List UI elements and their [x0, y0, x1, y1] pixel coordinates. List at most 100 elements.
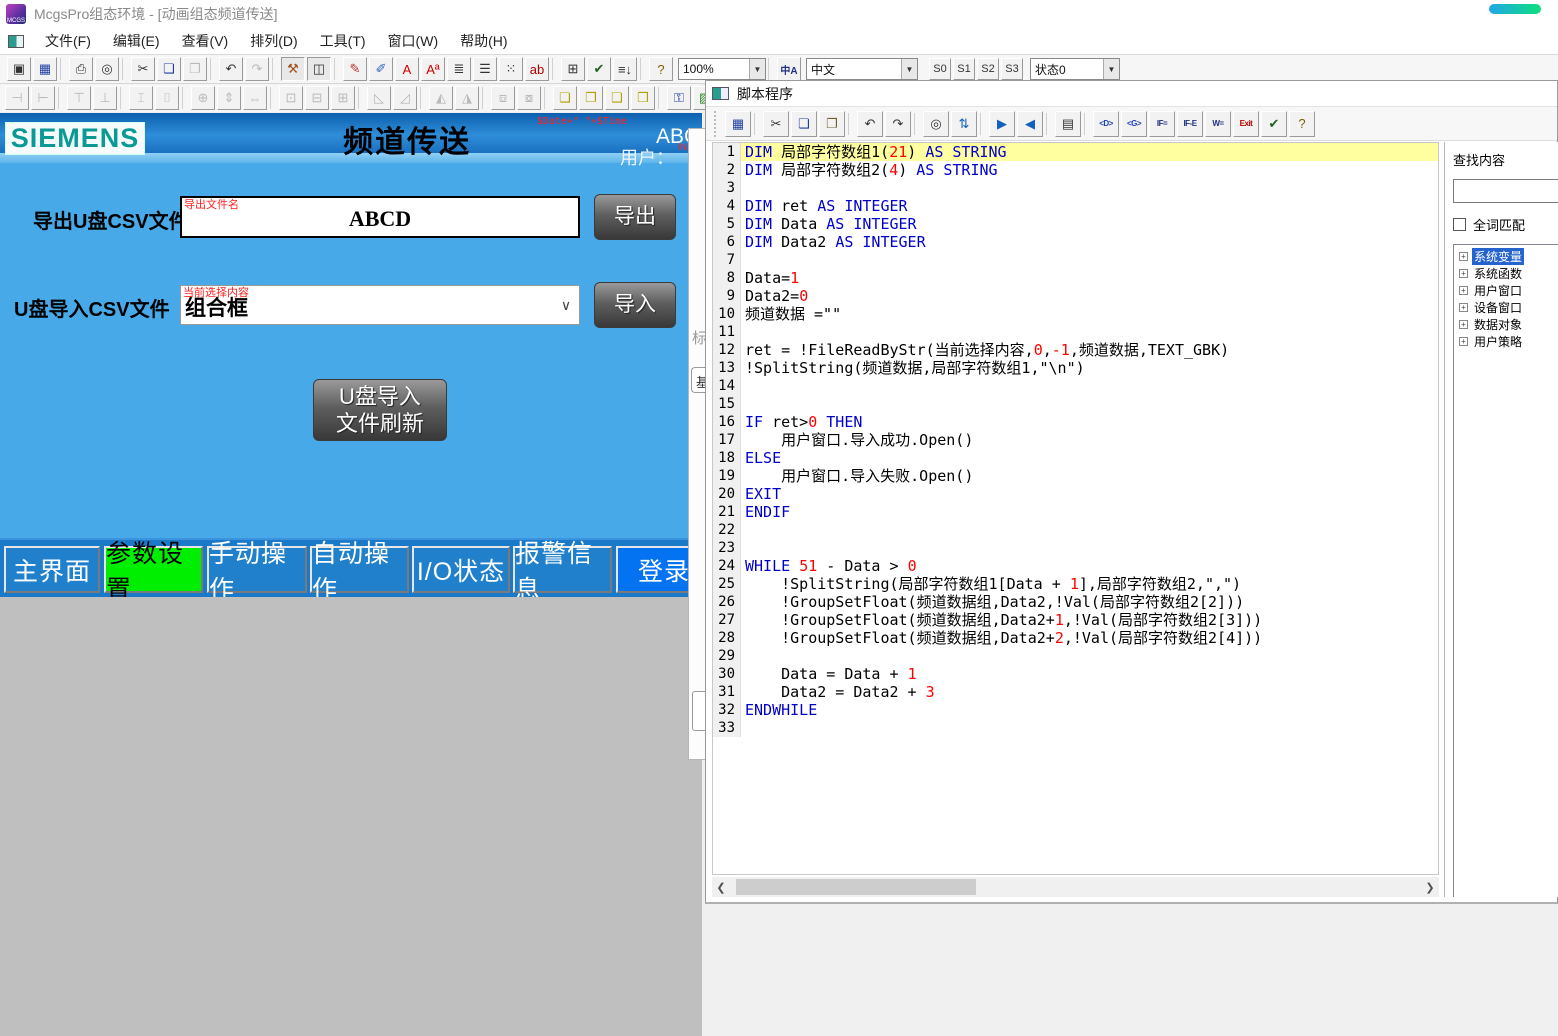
scrollbar-thumb[interactable]: [736, 879, 976, 895]
state-button-s2[interactable]: S2: [977, 58, 999, 80]
print-preview-icon[interactable]: ◎: [95, 57, 119, 81]
new-form-icon[interactable]: ▣: [7, 57, 31, 81]
copy-icon[interactable]: ❏: [791, 111, 817, 137]
tree-expand-icon[interactable]: +: [1459, 337, 1468, 346]
tree-expand-icon[interactable]: +: [1459, 269, 1468, 278]
lang-char-icon[interactable]: 中A: [777, 57, 801, 81]
window-toggle-icon[interactable]: ◫: [307, 57, 331, 81]
state-button-s3[interactable]: S3: [1001, 58, 1023, 80]
chevron-down-icon[interactable]: ∨: [555, 292, 577, 318]
nav-button-3[interactable]: 自动操作: [310, 546, 409, 593]
code-line-13[interactable]: 13!SplitString(频道数据,局部字符数组1,"\n"): [713, 359, 1438, 377]
undo-icon[interactable]: ↶: [857, 111, 883, 137]
tree-expand-icon[interactable]: +: [1459, 303, 1468, 312]
code-line-31[interactable]: 31 Data2 = Data2 + 3: [713, 683, 1438, 701]
script-code-editor[interactable]: 1DIM 局部字符数组1(21) AS STRING2DIM 局部字符数组2(4…: [712, 142, 1439, 875]
code-line-15[interactable]: 15: [713, 395, 1438, 413]
language-select[interactable]: 中文▼: [806, 58, 918, 80]
indent-right-icon[interactable]: ▶: [989, 111, 1015, 137]
code-line-8[interactable]: 8Data=1: [713, 269, 1438, 287]
menu-item-1[interactable]: 编辑(E): [102, 28, 171, 54]
nav-button-0[interactable]: 主界面: [4, 546, 100, 593]
code-line-29[interactable]: 29: [713, 647, 1438, 665]
tree-item-5[interactable]: +用户策略: [1457, 333, 1558, 350]
undo-icon[interactable]: ↶: [219, 57, 243, 81]
code-line-16[interactable]: 16IF ret>0 THEN: [713, 413, 1438, 431]
menu-item-3[interactable]: 排列(D): [239, 28, 308, 54]
code-line-9[interactable]: 9Data2=0: [713, 287, 1438, 305]
code-horizontal-scrollbar[interactable]: ❮ ❯: [712, 877, 1439, 897]
code-line-28[interactable]: 28 !GroupSetFloat(频道数据组,Data2+2,!Val(局部字…: [713, 629, 1438, 647]
tree-item-2[interactable]: +用户窗口: [1457, 282, 1558, 299]
paragraph-align-icon[interactable]: ☰: [473, 57, 497, 81]
code-line-5[interactable]: 5DIM Data AS INTEGER: [713, 215, 1438, 233]
nav-button-2[interactable]: 手动操作: [207, 546, 307, 593]
if-else-icon[interactable]: IF-E: [1177, 111, 1203, 137]
tree-item-4[interactable]: +数据对象: [1457, 316, 1558, 333]
spell-check-icon[interactable]: ab: [525, 57, 549, 81]
code-line-22[interactable]: 22: [713, 521, 1438, 539]
tree-expand-icon[interactable]: +: [1459, 320, 1468, 329]
tree-item-1[interactable]: +系统函数: [1457, 265, 1558, 282]
print-icon[interactable]: ⎙: [69, 57, 93, 81]
nav-button-1[interactable]: 参数设置: [104, 546, 203, 593]
send-back-icon[interactable]: ❐: [579, 86, 603, 110]
code-line-17[interactable]: 17 用户窗口.导入成功.Open(): [713, 431, 1438, 449]
font-case-icon[interactable]: Aª: [421, 57, 445, 81]
code-line-1[interactable]: 1DIM 局部字符数组1(21) AS STRING: [713, 143, 1438, 161]
script-editor-title-bar[interactable]: 脚本程序: [706, 81, 1557, 107]
code-line-3[interactable]: 3: [713, 179, 1438, 197]
grid-icon[interactable]: ⁙: [499, 57, 523, 81]
insert-g-icon[interactable]: <G>: [1121, 111, 1147, 137]
state-select[interactable]: 状态0▼: [1030, 58, 1120, 80]
zoom-select[interactable]: 100%▼: [678, 58, 766, 80]
nav-button-5[interactable]: 报警信息: [513, 546, 612, 593]
code-line-7[interactable]: 7: [713, 251, 1438, 269]
scroll-right-icon[interactable]: ❯: [1421, 881, 1439, 894]
code-line-10[interactable]: 10频道数据 ="": [713, 305, 1438, 323]
code-line-30[interactable]: 30 Data = Data + 1: [713, 665, 1438, 683]
menu-item-6[interactable]: 帮助(H): [449, 28, 518, 54]
code-line-6[interactable]: 6DIM Data2 AS INTEGER: [713, 233, 1438, 251]
paste-icon[interactable]: ❐: [819, 111, 845, 137]
redo-icon[interactable]: ↷: [885, 111, 911, 137]
help-icon[interactable]: ?: [1289, 111, 1315, 137]
lock-icon[interactable]: ⚿: [667, 86, 691, 110]
import-file-combobox[interactable]: 当前选择内容 组合框 ∨: [180, 285, 580, 325]
code-line-11[interactable]: 11: [713, 323, 1438, 341]
comment-icon[interactable]: ▤: [1055, 111, 1081, 137]
properties-icon[interactable]: ⊞: [561, 57, 585, 81]
code-line-18[interactable]: 18ELSE: [713, 449, 1438, 467]
code-line-33[interactable]: 33: [713, 719, 1438, 737]
insert-d-icon[interactable]: <D>: [1093, 111, 1119, 137]
code-line-4[interactable]: 4DIM ret AS INTEGER: [713, 197, 1438, 215]
menu-item-0[interactable]: 文件(F): [34, 28, 102, 54]
tree-expand-icon[interactable]: +: [1459, 252, 1468, 261]
while-icon[interactable]: W=: [1205, 111, 1231, 137]
whole-word-checkbox[interactable]: [1453, 218, 1466, 231]
export-filename-input[interactable]: 导出文件名 ABCD: [180, 196, 580, 238]
code-line-24[interactable]: 24WHILE 51 - Data > 0: [713, 557, 1438, 575]
sort-icon[interactable]: ≡↓: [613, 57, 637, 81]
animation-config-icon[interactable]: ✎: [343, 57, 367, 81]
usb-refresh-button[interactable]: U盘导入 文件刷新: [313, 379, 447, 441]
help-icon[interactable]: ?: [649, 57, 673, 81]
code-line-14[interactable]: 14: [713, 377, 1438, 395]
code-line-20[interactable]: 20EXIT: [713, 485, 1438, 503]
tree-item-0[interactable]: +系统变量: [1457, 248, 1558, 265]
check-doc-icon[interactable]: ✔: [587, 57, 611, 81]
import-button[interactable]: 导入: [594, 282, 676, 328]
code-line-25[interactable]: 25 !SplitString(局部字符数组1[Data + 1],局部字符数组…: [713, 575, 1438, 593]
tree-expand-icon[interactable]: +: [1459, 286, 1468, 295]
text-align-icon[interactable]: ≣: [447, 57, 471, 81]
code-line-21[interactable]: 21ENDIF: [713, 503, 1438, 521]
copy-icon[interactable]: ❏: [157, 57, 181, 81]
state-button-s0[interactable]: S0: [929, 58, 951, 80]
toolbox-icon[interactable]: ⚒: [281, 57, 305, 81]
state-button-s1[interactable]: S1: [953, 58, 975, 80]
font-color-icon[interactable]: A: [395, 57, 419, 81]
export-button[interactable]: 导出: [594, 194, 676, 240]
bring-forward-icon[interactable]: ❑: [605, 86, 629, 110]
code-line-23[interactable]: 23: [713, 539, 1438, 557]
if-then-icon[interactable]: IF=: [1149, 111, 1175, 137]
